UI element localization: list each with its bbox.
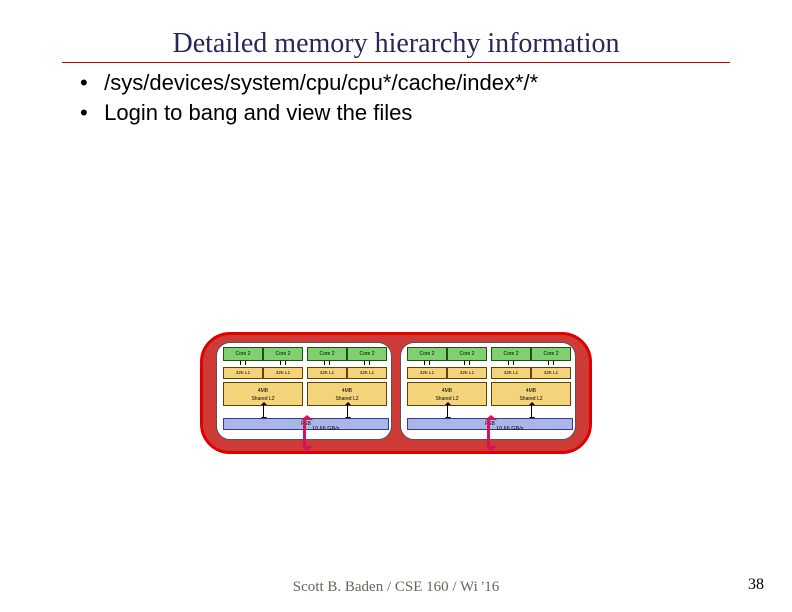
core-group: Core 2 Core 2 32K L1 32K L1 4MB Shared L… [223, 347, 303, 406]
core-group: Core 2 Core 2 32K L1 32K L1 4MB Shared L… [407, 347, 487, 406]
core-box: Core 2 [223, 347, 263, 361]
l2-line1: 4MB [342, 388, 352, 394]
core-box: Core 2 [407, 347, 447, 361]
l1-cache-box: 32K L1 [447, 367, 487, 379]
core-box: Core 2 [263, 347, 303, 361]
core-group: Core 2 Core 2 32K L1 32K L1 4MB Shared L… [491, 347, 571, 406]
l2-line1: 4MB [258, 388, 268, 394]
bullet-text: /sys/devices/system/cpu/cpu*/cache/index… [104, 70, 538, 95]
l1-cache-box: 32K L1 [347, 367, 387, 379]
core-box: Core 2 [531, 347, 571, 361]
title-underline [62, 62, 730, 63]
mem-bandwidth-label: 10.66 GB/s [312, 426, 340, 432]
bullet-text: Login to bang and view the files [104, 100, 412, 125]
l2-line1: 4MB [526, 388, 536, 394]
footer-text: Scott B. Baden / CSE 160 / Wi '16 [0, 579, 792, 596]
arrow-icon [347, 405, 348, 417]
page-number: 38 [748, 576, 764, 594]
bullet-item: • Login to bang and view the files [80, 98, 538, 128]
page-title: Detailed memory hierarchy information [0, 28, 792, 60]
arrow-icon [447, 405, 448, 417]
core-group: Core 2 Core 2 32K L1 32K L1 4MB Shared L… [307, 347, 387, 406]
mem-bandwidth-label: 10.66 GB/s [496, 426, 524, 432]
core-box: Core 2 [347, 347, 387, 361]
l1-cache-box: 32K L1 [407, 367, 447, 379]
core-box: Core 2 [491, 347, 531, 361]
l1-cache-box: 32K L1 [307, 367, 347, 379]
l1-cache-box: 32K L1 [531, 367, 571, 379]
core-box: Core 2 [307, 347, 347, 361]
memory-bus-arrow-icon [487, 420, 490, 446]
slide: Detailed memory hierarchy information • … [0, 0, 792, 612]
bullet-dot: • [80, 68, 98, 98]
arrow-icon [263, 405, 264, 417]
memory-hierarchy-diagram: Core 2 Core 2 32K L1 32K L1 4MB Shared L… [200, 332, 592, 492]
l1-cache-box: 32K L1 [491, 367, 531, 379]
l1-cache-box: 32K L1 [223, 367, 263, 379]
l1-cache-box: 32K L1 [263, 367, 303, 379]
bullet-list: • /sys/devices/system/cpu/cpu*/cache/ind… [80, 68, 538, 127]
bullet-item: • /sys/devices/system/cpu/cpu*/cache/ind… [80, 68, 538, 98]
arrow-icon [531, 405, 532, 417]
memory-bus-arrow-icon [303, 420, 306, 446]
l2-line1: 4MB [442, 388, 452, 394]
core-box: Core 2 [447, 347, 487, 361]
bullet-dot: • [80, 98, 98, 128]
